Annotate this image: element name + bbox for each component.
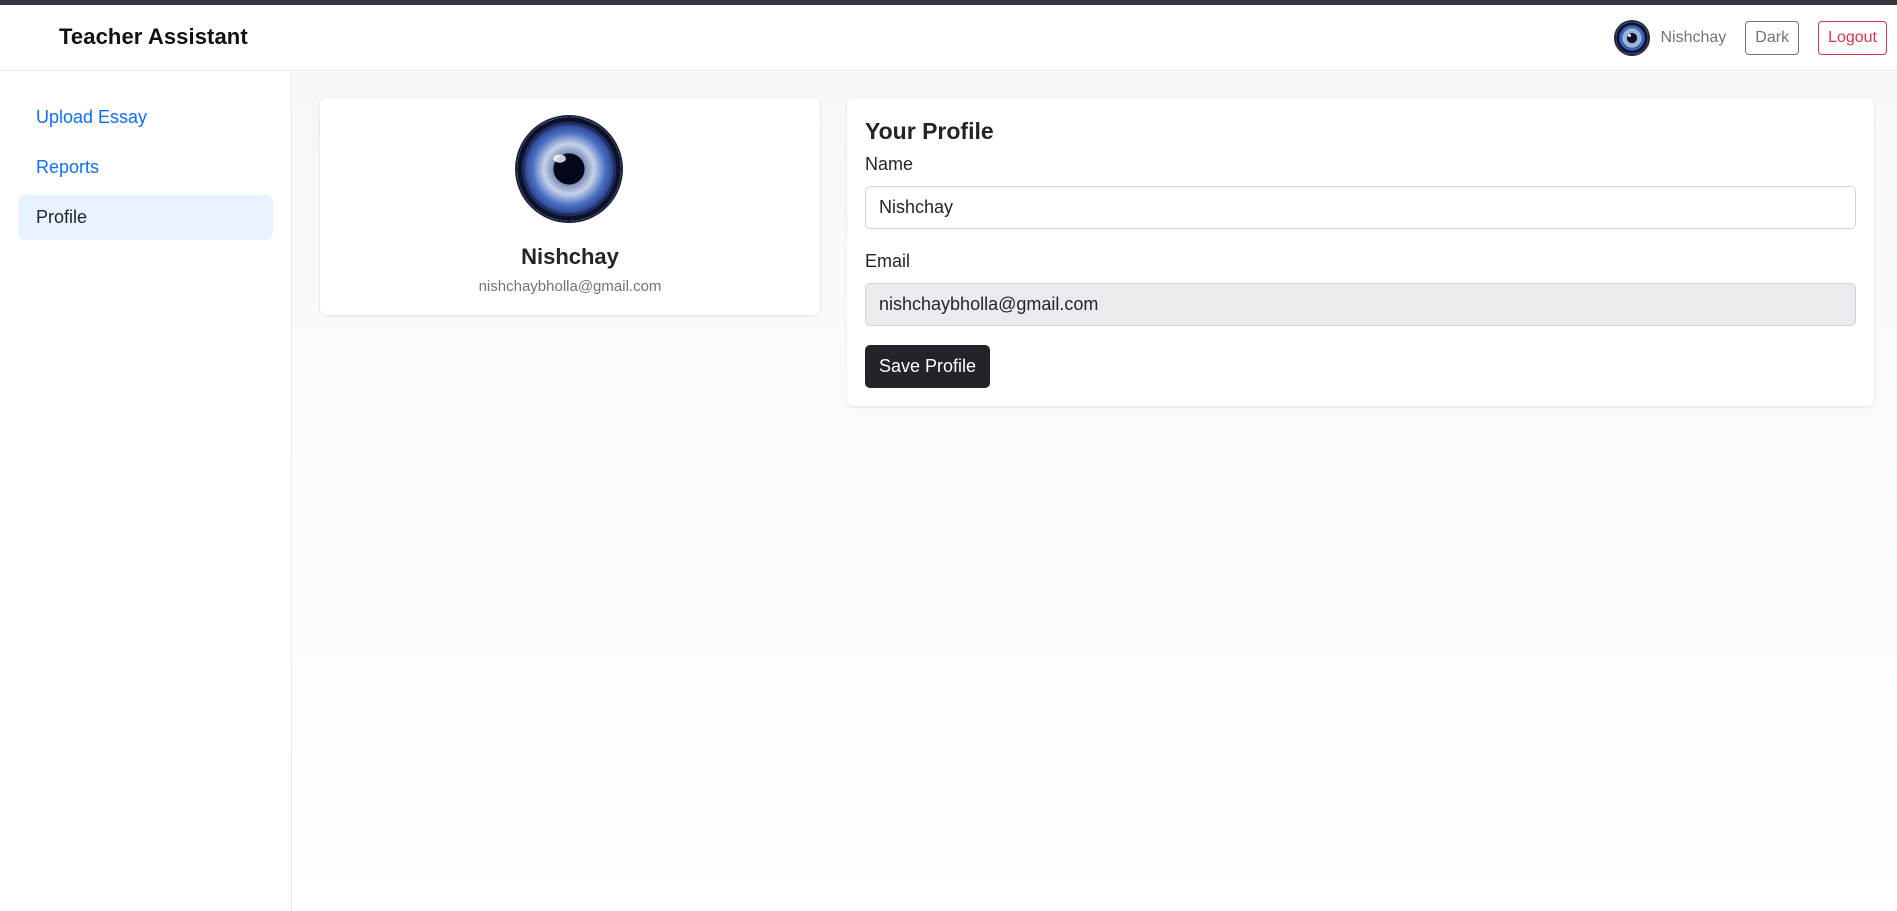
- profile-avatar: [515, 115, 623, 223]
- sidebar: Upload Essay Reports Profile: [0, 72, 292, 911]
- save-profile-button[interactable]: Save Profile: [865, 345, 991, 388]
- email-label: Email: [865, 251, 911, 271]
- main-content: Nishchay nishchaybholla@gmail.com Your P…: [293, 72, 1897, 911]
- navbar-user-area: Nishchay Dark Logout: [1614, 20, 1887, 56]
- profile-card-name: Nishchay: [521, 244, 619, 269]
- profile-summary-card: Nishchay nishchaybholla@gmail.com: [320, 98, 820, 315]
- theme-toggle-button[interactable]: Dark: [1745, 21, 1800, 55]
- app-brand[interactable]: Teacher Assistant: [59, 24, 248, 50]
- user-avatar[interactable]: [1614, 20, 1651, 56]
- navbar: Teacher Assistant Nishchay Dark Logout: [0, 5, 1897, 71]
- email-field[interactable]: [865, 283, 1856, 326]
- name-input[interactable]: [865, 186, 1856, 229]
- sidebar-item-reports[interactable]: Reports: [18, 145, 273, 190]
- sidebar-item-upload-essay[interactable]: Upload Essay: [18, 95, 273, 140]
- logout-button[interactable]: Logout: [1818, 21, 1887, 55]
- navbar-user-name: Nishchay: [1660, 29, 1727, 46]
- eye-avatar-icon: [1616, 22, 1649, 54]
- name-label: Name: [865, 154, 914, 174]
- profile-form-card: Your Profile Name Email Save Profile: [847, 98, 1874, 406]
- sidebar-item-profile[interactable]: Profile: [18, 195, 273, 240]
- profile-form-title: Your Profile: [865, 118, 994, 144]
- profile-card-email: nishchaybholla@gmail.com: [478, 278, 662, 295]
- eye-avatar-icon: [517, 117, 621, 221]
